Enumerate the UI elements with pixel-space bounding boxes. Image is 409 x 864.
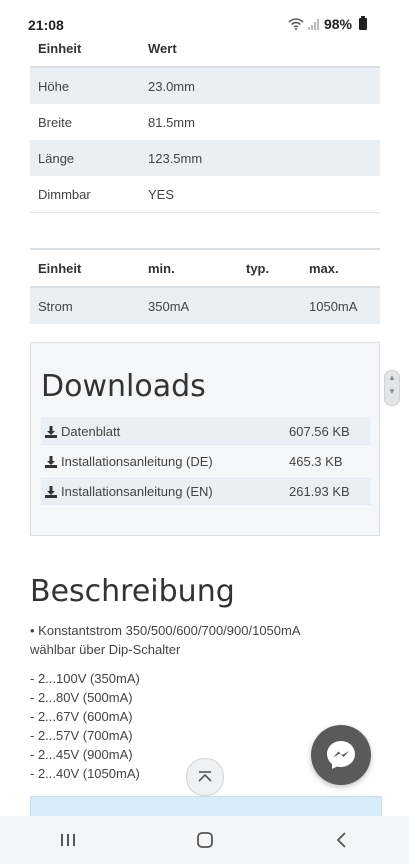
table-row: Höhe 23.0mm <box>30 67 380 104</box>
scrollbar-handle[interactable]: ▲ ▼ <box>384 370 400 406</box>
spec-table-current: Einheit min. typ. max. Strom 350mA 1050m… <box>30 248 380 324</box>
table-header-cell: min. <box>148 260 175 276</box>
table-cell: Länge <box>38 150 75 166</box>
table-cell: 23.0mm <box>148 78 195 94</box>
table-row: Dimmbar YES <box>30 176 380 213</box>
table-header-cell: Wert <box>148 40 177 56</box>
list-item: - 2...57V (700mA) <box>30 728 133 743</box>
description-line: wählbar über Dip-Schalter <box>30 642 181 657</box>
table-cell: Dimmbar <box>38 186 91 202</box>
download-size: 607.56 KB <box>289 424 350 439</box>
table-cell: Strom <box>38 298 73 314</box>
download-size: 465.3 KB <box>289 454 343 469</box>
table-header-cell: typ. <box>246 260 270 276</box>
table-header-cell: Einheit <box>38 40 82 56</box>
table-cell <box>238 287 301 324</box>
signal-icon <box>307 19 319 30</box>
download-row[interactable]: Installationsanleitung (DE) 465.3 KB <box>41 447 371 477</box>
download-row[interactable]: Datenblatt 607.56 KB <box>41 417 371 447</box>
chevron-up-icon <box>198 771 212 782</box>
table-header-cell: max. <box>309 260 339 276</box>
table-row: Strom 350mA 1050mA <box>30 287 380 324</box>
messenger-icon <box>327 741 355 769</box>
table-header-row: Einheit min. typ. max. <box>30 249 380 287</box>
download-link[interactable]: Datenblatt <box>41 424 289 439</box>
spec-table-dimensions: Einheit Wert Höhe 23.0mm Breite 81.5mm L… <box>30 30 380 213</box>
table-cell: Breite <box>38 114 72 130</box>
downloads-panel: Downloads Datenblatt 607.56 KB Installat… <box>30 342 380 536</box>
download-icon <box>45 485 57 498</box>
list-item: - 2...80V (500mA) <box>30 690 133 705</box>
table-header-cell: Einheit <box>38 260 82 276</box>
table-header-row: Einheit Wert <box>30 30 380 67</box>
description-intro: • Konstantstrom 350/500/600/700/900/1050… <box>30 621 360 659</box>
download-link[interactable]: Installationsanleitung (DE) <box>41 454 289 469</box>
description-title: Beschreibung <box>30 574 235 609</box>
back-icon[interactable] <box>334 831 350 849</box>
system-nav-bar <box>0 816 409 864</box>
table-cell: YES <box>148 186 175 202</box>
list-item: - 2...100V (350mA) <box>30 671 140 686</box>
home-icon[interactable] <box>195 830 215 850</box>
download-name: Installationsanleitung (DE) <box>61 454 213 469</box>
table-cell: Höhe <box>38 78 70 94</box>
wifi-icon <box>288 18 304 30</box>
download-size: 261.93 KB <box>289 484 350 499</box>
scroll-down-icon: ▼ <box>388 387 396 396</box>
scroll-up-icon: ▲ <box>388 373 396 382</box>
description-line: • Konstantstrom 350/500/600/700/900/1050… <box>30 623 301 638</box>
table-row: Breite 81.5mm <box>30 104 380 140</box>
table-row: Länge 123.5mm <box>30 140 380 176</box>
download-row[interactable]: Installationsanleitung (EN) 261.93 KB <box>41 477 371 507</box>
list-item: - 2...67V (600mA) <box>30 709 133 724</box>
messenger-button[interactable] <box>311 725 371 785</box>
table-cell: 350mA <box>148 298 190 314</box>
table-cell: 1050mA <box>309 298 358 314</box>
download-name: Datenblatt <box>61 424 121 439</box>
download-name: Installationsanleitung (EN) <box>61 484 213 499</box>
table-cell: 123.5mm <box>148 150 203 166</box>
battery-icon <box>359 16 367 30</box>
table-cell: 81.5mm <box>148 114 195 130</box>
download-icon <box>45 425 57 438</box>
scroll-top-button[interactable] <box>186 758 224 796</box>
downloads-title: Downloads <box>41 369 206 404</box>
download-icon <box>45 455 57 468</box>
recent-apps-icon[interactable] <box>59 832 77 848</box>
download-link[interactable]: Installationsanleitung (EN) <box>41 484 289 499</box>
downloads-list: Datenblatt 607.56 KB Installationsanleit… <box>41 417 371 507</box>
footer-panel <box>30 796 382 818</box>
